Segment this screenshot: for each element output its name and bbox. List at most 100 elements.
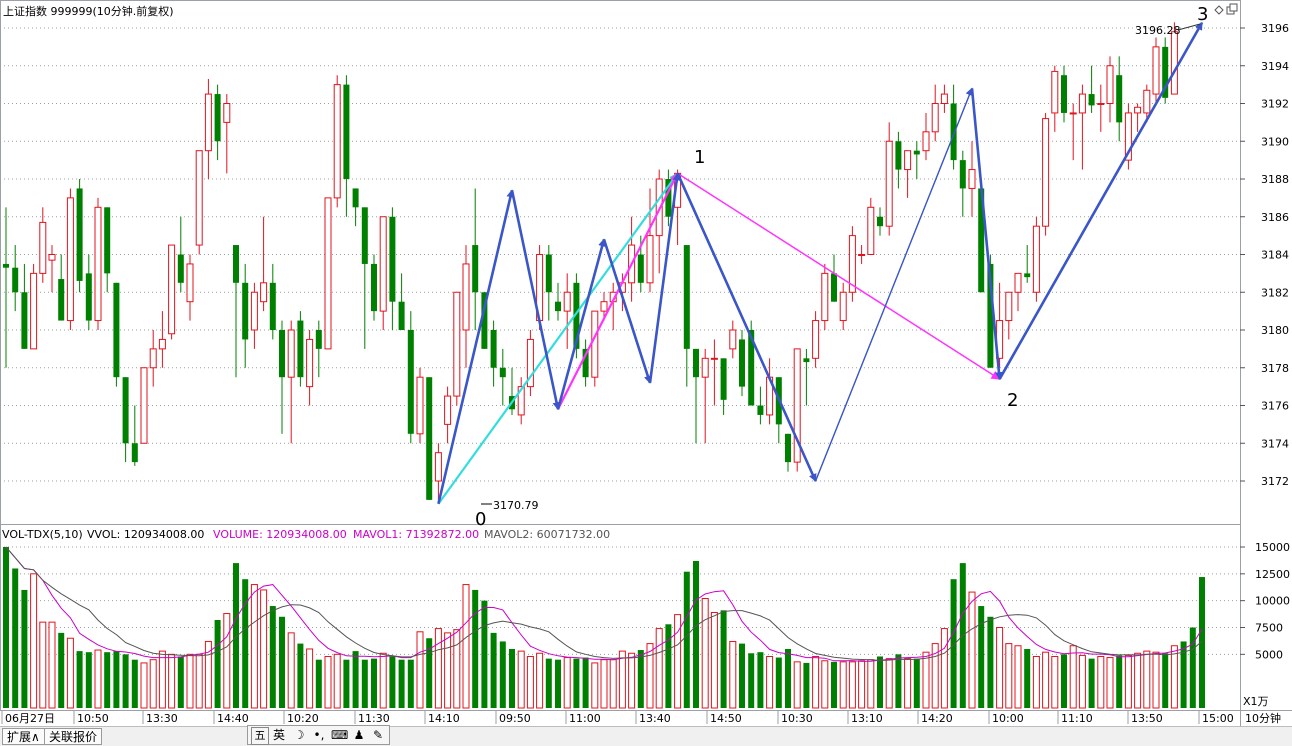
- volume-unit-label: X1万: [1243, 695, 1269, 708]
- candle-body-down: [720, 358, 727, 400]
- candle-body-up: [563, 291, 571, 312]
- candle-body-down: [21, 292, 28, 349]
- volume-bar-up: [462, 584, 470, 709]
- candle-body-down: [895, 141, 902, 170]
- candle-body-up: [867, 206, 875, 255]
- related-quote-button[interactable]: 关联报价: [44, 728, 103, 745]
- mavol1-value: MAVOL1: 71392872.00: [353, 528, 479, 541]
- price-tick-label: 3172: [1261, 475, 1289, 488]
- price-tick-label: 3192: [1261, 98, 1289, 111]
- volume-bar-down: [877, 656, 883, 708]
- candles-layer: [3, 22, 1178, 500]
- volume-bar-up: [1143, 650, 1151, 709]
- ime-wubi-icon[interactable]: 五: [251, 727, 269, 745]
- volume-bar-up: [655, 628, 663, 709]
- candle-body-up: [66, 197, 74, 322]
- candle-body-up: [931, 103, 939, 133]
- volume-bar-up: [48, 621, 56, 709]
- ime-keyboard-icon[interactable]: ⌨: [331, 727, 348, 743]
- volume-bar-down: [122, 654, 129, 708]
- time-tick-label: 09:50: [499, 712, 531, 725]
- volume-bar-up: [563, 657, 571, 709]
- volume-bar-up: [260, 589, 268, 709]
- volume-tick-label: 15000: [1255, 541, 1290, 554]
- candle-body-up: [968, 169, 976, 189]
- candle-body-down: [104, 207, 111, 274]
- volume-bar-up: [1042, 651, 1050, 709]
- volume-bar-up: [1032, 655, 1040, 709]
- volume-bar-down: [490, 632, 497, 708]
- diamond-icon[interactable]: [1214, 5, 1224, 15]
- volume-bar-down: [683, 571, 690, 708]
- time-tick-label: 14:50: [710, 712, 742, 725]
- ime-english-icon[interactable]: 英: [271, 727, 287, 743]
- price-tick-label: 3182: [1261, 286, 1289, 299]
- wave-label-2: 2: [1007, 390, 1018, 411]
- volume-bar-up: [839, 661, 847, 709]
- volume-bar-up: [1097, 655, 1105, 709]
- time-tick-label: 13:50: [1131, 712, 1163, 725]
- restore-icon[interactable]: [1226, 3, 1238, 15]
- volume-bar-down: [545, 658, 552, 708]
- chart-canvas[interactable]: 3196 3194 3192 3190 3188 3186 3184 3182 3180 3178…: [0, 0, 1292, 746]
- ime-settings-icon[interactable]: ✎: [370, 727, 386, 743]
- time-tick-label: 14:40: [217, 712, 249, 725]
- ime-toolbar[interactable]: 五 英 ☽ •, ⌨ ♟ ✎: [247, 725, 390, 745]
- volume-bar-up: [1051, 655, 1059, 709]
- volume-header: VOL-TDX(5,10) VVOL: 120934008.00 VOLUME:…: [2, 528, 610, 541]
- low-price-label: 3170.79: [493, 499, 539, 512]
- candle-body-down: [555, 301, 561, 312]
- volume-bar-up: [821, 660, 829, 709]
- time-tick-label: 10:20: [287, 712, 319, 725]
- candle-body-down: [1088, 94, 1095, 106]
- volume-bar-down: [831, 661, 837, 708]
- candle-body-up: [30, 272, 38, 350]
- mavol2-value: MAVOL2: 60071732.00: [484, 528, 610, 541]
- volume-bar-down: [950, 579, 957, 708]
- candle-body-down: [279, 330, 285, 378]
- volume-bar-up: [287, 632, 295, 709]
- volume-bar-down: [12, 568, 19, 708]
- volume-bar-down: [757, 652, 764, 708]
- candle-body-down: [1061, 75, 1067, 113]
- candle-body-up: [1170, 31, 1178, 95]
- ime-punct-icon[interactable]: •,: [311, 727, 327, 743]
- candle-body-up: [462, 263, 470, 331]
- volume-bar-up: [600, 659, 608, 709]
- volume-bar-up: [591, 662, 599, 709]
- candle-body-down: [877, 216, 883, 227]
- candle-body-up: [444, 395, 452, 425]
- volume-bar-down: [214, 619, 221, 708]
- volume-bar-up: [628, 652, 636, 709]
- volume-bar-up: [195, 653, 203, 709]
- volume-bar-down: [987, 616, 994, 708]
- candle-body-down: [131, 443, 138, 463]
- volume-axis: 15000 12500 10000 7500 5000: [1240, 541, 1290, 661]
- ime-halfwidth-icon[interactable]: ☽: [291, 727, 307, 743]
- volume-bar-down: [315, 659, 322, 708]
- volume-bar-down: [177, 656, 184, 708]
- candle-body-down: [426, 377, 433, 500]
- candle-body-down: [490, 330, 497, 368]
- volume-bar-down: [720, 610, 727, 708]
- volume-bar-up: [444, 632, 452, 709]
- volume-bar-up: [434, 628, 442, 709]
- volume-bar-down: [803, 662, 810, 708]
- volume-bar-up: [1005, 643, 1013, 709]
- candle-body-up: [1014, 272, 1022, 293]
- candle-body-up: [186, 263, 194, 303]
- price-tick-label: 3196: [1261, 22, 1289, 35]
- volume-bar-down: [407, 659, 414, 708]
- volume-bar-up: [30, 573, 38, 709]
- candle-body-up: [453, 291, 461, 397]
- volume-bar-down: [1162, 653, 1169, 708]
- volume-bar-up: [618, 650, 626, 709]
- volume-bar-down: [555, 659, 561, 708]
- period-label[interactable]: 10分钟: [1245, 711, 1281, 725]
- ime-user-icon[interactable]: ♟: [351, 727, 367, 743]
- volume-bar-down: [637, 650, 644, 708]
- volume-bar-down: [895, 654, 902, 708]
- candle-body-down: [389, 216, 396, 302]
- volume-bar-down: [371, 658, 377, 708]
- expand-button[interactable]: 扩展∧: [2, 728, 45, 745]
